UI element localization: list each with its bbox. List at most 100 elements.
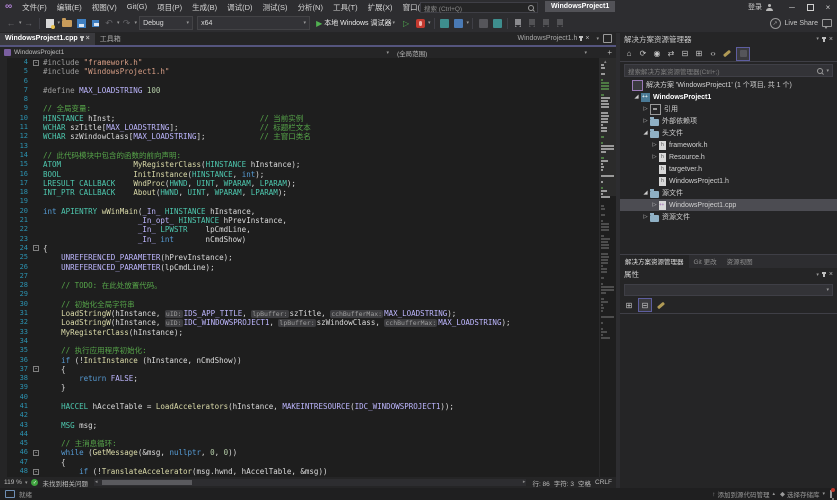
alphabetical-sort-icon[interactable]: ⊟: [638, 298, 652, 312]
close-icon[interactable]: ×: [86, 35, 90, 42]
save-all-icon[interactable]: [89, 16, 101, 30]
solution-search-input[interactable]: 搜索解决方案资源管理器(Ctrl+;) ▾: [624, 64, 833, 77]
properties-icon[interactable]: [722, 48, 732, 60]
menu-analyze[interactable]: 分析(N): [293, 2, 328, 13]
code-line-32[interactable]: 32 LoadStringW(hInstance, uID: IDC_WINDOW…: [0, 318, 616, 328]
menu-test[interactable]: 测试(S): [258, 2, 293, 13]
hot-reload-icon[interactable]: [414, 16, 426, 30]
code-line-20[interactable]: 20 int APIENTRY wWinMain(_In_ HINSTANCE h…: [0, 207, 616, 216]
tree-expanded-icon[interactable]: ◢: [641, 190, 650, 196]
start-debugging-button[interactable]: ▶ 本地 Windows 调试器 ▾: [316, 18, 395, 28]
switch-views-icon[interactable]: [736, 46, 750, 61]
document-health-icon[interactable]: ✓: [31, 479, 39, 486]
document-list-dropdown-icon[interactable]: ▾: [596, 36, 599, 42]
code-line-14[interactable]: 14// 此代码模块中包含的函数的前向声明:: [0, 151, 616, 160]
horizontal-scrollbar[interactable]: ◂ ▸: [93, 479, 527, 486]
maximize-button[interactable]: [801, 0, 819, 14]
navigate-back-icon[interactable]: ←: [5, 16, 17, 30]
menu-edit[interactable]: 编辑(E): [52, 2, 87, 13]
code-line-17[interactable]: 17 LRESULT CALLBACK WndProc(HWND, UINT, W…: [0, 179, 616, 188]
tree-item-resource.h[interactable]: ▷ Resource.h: [620, 151, 837, 163]
menu-extensions[interactable]: 扩展(X): [363, 2, 398, 13]
solution-platform-select[interactable]: x64 ▾: [197, 16, 311, 30]
scroll-left-icon[interactable]: ◂: [95, 479, 98, 486]
code-line-18[interactable]: 18 INT_PTR CALLBACK About(HWND, UINT, WPA…: [0, 188, 616, 197]
code-line-10[interactable]: 10 HINSTANCE hInst; // 当前实例: [0, 114, 616, 123]
panel-tab-solution-explorer[interactable]: 解决方案资源管理器: [620, 254, 689, 268]
code-line-37[interactable]: 37- {: [0, 365, 616, 374]
menu-tools[interactable]: 工具(T): [328, 2, 363, 13]
live-share-icon[interactable]: ↗: [769, 17, 781, 29]
close-icon[interactable]: ×: [585, 35, 589, 42]
navigate-forward-icon[interactable]: →: [23, 16, 35, 30]
deploy-icon[interactable]: [453, 16, 465, 30]
close-icon[interactable]: ×: [829, 271, 833, 278]
toolbar-overflow-icon[interactable]: ▾: [467, 20, 470, 26]
fold-marker-icon[interactable]: -: [32, 58, 43, 67]
feedback-icon[interactable]: [822, 19, 832, 29]
breakpoint-margin[interactable]: [0, 58, 7, 477]
comment-icon[interactable]: [477, 16, 489, 30]
tab-options-icon[interactable]: [603, 34, 612, 43]
properties-object-select[interactable]: ▾: [624, 283, 833, 296]
new-project-icon[interactable]: [44, 16, 56, 30]
menu-git[interactable]: Git(G): [122, 2, 152, 13]
redo-dropdown[interactable]: ▾: [135, 20, 138, 26]
code-line-43[interactable]: 43 MSG msg;: [0, 421, 616, 430]
zoom-level-select[interactable]: 119 % ▾: [4, 479, 27, 486]
code-line-25[interactable]: 25 UNREFERENCED_PARAMETER(hPrevInstance)…: [0, 253, 616, 262]
code-line-42[interactable]: 42: [0, 411, 616, 420]
hot-reload-dropdown[interactable]: ▾: [428, 20, 431, 26]
panel-menu-icon[interactable]: ▾: [816, 36, 819, 42]
tree-item--[interactable]: ▷ 外部依赖项: [620, 115, 837, 127]
code-line-31[interactable]: 31 LoadStringW(hInstance, uID: IDS_APP_TI…: [0, 309, 616, 319]
sync-with-active-document-icon[interactable]: ⇄: [666, 48, 676, 60]
pin-icon[interactable]: [821, 272, 826, 277]
code-line-23[interactable]: 23 _In_ int nCmdShow): [0, 235, 616, 244]
code-line-26[interactable]: 26 UNREFERENCED_PARAMETER(lpCmdLine);: [0, 263, 616, 272]
undo-icon[interactable]: ↶: [103, 16, 115, 30]
menu-project[interactable]: 项目(P): [152, 2, 187, 13]
pin-icon[interactable]: [79, 36, 84, 41]
code-line-30[interactable]: 30 // 初始化全局字符串: [0, 300, 616, 309]
code-line-35[interactable]: 35 // 执行应用程序初始化:: [0, 346, 616, 355]
uncomment-icon[interactable]: [491, 16, 503, 30]
undo-dropdown[interactable]: ▾: [117, 20, 120, 26]
start-without-debugging-icon[interactable]: ▷: [400, 16, 412, 30]
tree-item-windowsproject1[interactable]: ◢ WindowsProject1: [620, 91, 837, 103]
tab-windowsproject1-cpp[interactable]: WindowsProject1.cpp ×: [0, 32, 95, 45]
scrollbar-thumb[interactable]: [101, 480, 192, 485]
caret-line-indicator[interactable]: 行: 86: [532, 478, 549, 488]
minimize-button[interactable]: ─: [783, 0, 801, 14]
code-editor[interactable]: 4- #include "framework.h" 5 #include "Windo…: [0, 58, 616, 477]
code-line-33[interactable]: 33 MyRegisterClass(hInstance);: [0, 328, 616, 337]
code-line-9[interactable]: 9// 全局变量:: [0, 104, 616, 113]
tree-item--[interactable]: ◢ 源文件: [620, 187, 837, 199]
previous-bookmark-icon[interactable]: [526, 16, 538, 30]
tree-expanded-icon[interactable]: ◢: [632, 94, 641, 100]
panel-tab-git-changes[interactable]: Git 更改: [689, 255, 722, 268]
tree-item-framework.h[interactable]: ▷ framework.h: [620, 139, 837, 151]
code-line-8[interactable]: 8: [0, 95, 616, 104]
code-line-11[interactable]: 11 WCHAR szTitle[MAX_LOADSTRING]; // 标题栏文…: [0, 123, 616, 132]
quick-search-input[interactable]: 搜索 (Ctrl+Q): [420, 2, 538, 13]
pin-icon[interactable]: [821, 36, 826, 42]
tree-item--windowsproject1-1-1-[interactable]: 解决方案 'WindowsProject1' (1 个项目, 共 1 个): [620, 79, 837, 91]
tree-item--[interactable]: ▷ 引用: [620, 103, 837, 115]
clear-bookmarks-icon[interactable]: [554, 16, 566, 30]
fold-marker-icon[interactable]: -: [32, 365, 43, 374]
caret-column-indicator[interactable]: 字符: 3: [554, 478, 574, 488]
code-line-41[interactable]: 41 HACCEL hAccelTable = LoadAccelerators…: [0, 402, 616, 411]
categorized-icon[interactable]: ⊞: [624, 299, 634, 311]
navigate-back-dropdown[interactable]: ▾: [19, 20, 22, 26]
tab-toolbox[interactable]: 工具箱: [95, 32, 126, 45]
code-line-7[interactable]: 7 #define MAX_LOADSTRING 100: [0, 86, 616, 95]
select-repository-button[interactable]: ◆ 选择存储库 ▾: [780, 489, 825, 499]
refresh-icon[interactable]: ⟳: [638, 48, 648, 60]
tree-item--[interactable]: ◢ 头文件: [620, 127, 837, 139]
code-line-46[interactable]: 46- while (GetMessage(&msg, nullptr, 0, …: [0, 448, 616, 457]
tree-collapsed-icon[interactable]: ▷: [641, 118, 650, 124]
code-line-29[interactable]: 29: [0, 290, 616, 299]
search-options-caret-icon[interactable]: ▾: [826, 68, 829, 74]
global-scope-select[interactable]: (全局范围) ▾: [393, 48, 591, 58]
